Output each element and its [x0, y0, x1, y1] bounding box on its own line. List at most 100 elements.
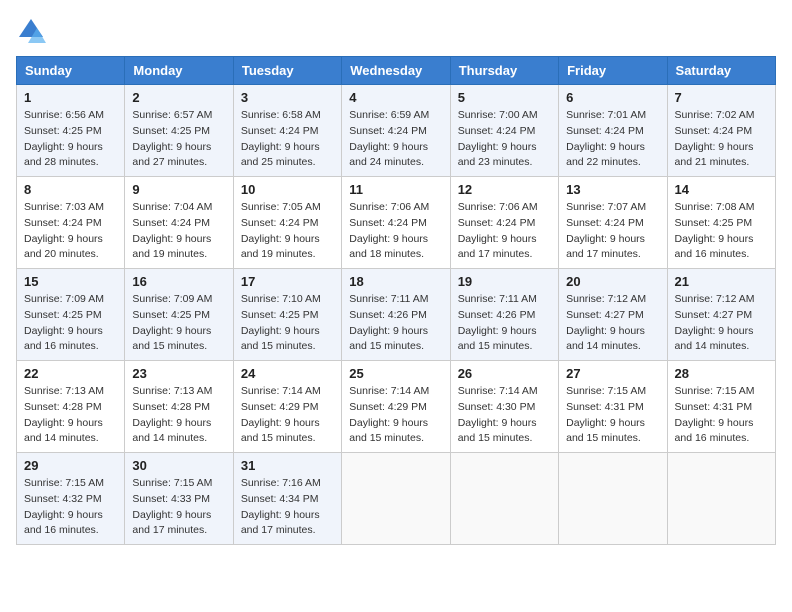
- day-number: 30: [132, 458, 225, 473]
- calendar-day-cell: 11 Sunrise: 7:06 AM Sunset: 4:24 PM Dayl…: [342, 177, 450, 269]
- weekday-header-wednesday: Wednesday: [342, 57, 450, 85]
- logo-icon: [16, 16, 46, 46]
- calendar-day-cell: [342, 453, 450, 545]
- calendar-day-cell: 24 Sunrise: 7:14 AM Sunset: 4:29 PM Dayl…: [233, 361, 341, 453]
- day-info: Sunrise: 7:09 AM Sunset: 4:25 PM Dayligh…: [132, 292, 225, 355]
- day-number: 3: [241, 90, 334, 105]
- day-info: Sunrise: 6:58 AM Sunset: 4:24 PM Dayligh…: [241, 108, 334, 171]
- day-number: 17: [241, 274, 334, 289]
- day-info: Sunrise: 7:12 AM Sunset: 4:27 PM Dayligh…: [675, 292, 768, 355]
- calendar-day-cell: 13 Sunrise: 7:07 AM Sunset: 4:24 PM Dayl…: [559, 177, 667, 269]
- calendar-week-row: 8 Sunrise: 7:03 AM Sunset: 4:24 PM Dayli…: [17, 177, 776, 269]
- day-info: Sunrise: 7:11 AM Sunset: 4:26 PM Dayligh…: [458, 292, 551, 355]
- calendar-week-row: 15 Sunrise: 7:09 AM Sunset: 4:25 PM Dayl…: [17, 269, 776, 361]
- day-number: 5: [458, 90, 551, 105]
- calendar-day-cell: 27 Sunrise: 7:15 AM Sunset: 4:31 PM Dayl…: [559, 361, 667, 453]
- day-info: Sunrise: 7:06 AM Sunset: 4:24 PM Dayligh…: [458, 200, 551, 263]
- calendar-day-cell: 5 Sunrise: 7:00 AM Sunset: 4:24 PM Dayli…: [450, 85, 558, 177]
- day-info: Sunrise: 7:16 AM Sunset: 4:34 PM Dayligh…: [241, 476, 334, 539]
- day-info: Sunrise: 6:59 AM Sunset: 4:24 PM Dayligh…: [349, 108, 442, 171]
- day-info: Sunrise: 7:14 AM Sunset: 4:29 PM Dayligh…: [241, 384, 334, 447]
- day-number: 2: [132, 90, 225, 105]
- day-number: 25: [349, 366, 442, 381]
- calendar-day-cell: 31 Sunrise: 7:16 AM Sunset: 4:34 PM Dayl…: [233, 453, 341, 545]
- calendar-day-cell: [450, 453, 558, 545]
- calendar-day-cell: 22 Sunrise: 7:13 AM Sunset: 4:28 PM Dayl…: [17, 361, 125, 453]
- day-number: 4: [349, 90, 442, 105]
- day-info: Sunrise: 6:57 AM Sunset: 4:25 PM Dayligh…: [132, 108, 225, 171]
- calendar-day-cell: 7 Sunrise: 7:02 AM Sunset: 4:24 PM Dayli…: [667, 85, 775, 177]
- day-number: 7: [675, 90, 768, 105]
- day-number: 19: [458, 274, 551, 289]
- calendar-day-cell: 20 Sunrise: 7:12 AM Sunset: 4:27 PM Dayl…: [559, 269, 667, 361]
- day-number: 24: [241, 366, 334, 381]
- calendar-day-cell: 10 Sunrise: 7:05 AM Sunset: 4:24 PM Dayl…: [233, 177, 341, 269]
- day-number: 15: [24, 274, 117, 289]
- weekday-header-saturday: Saturday: [667, 57, 775, 85]
- weekday-header-tuesday: Tuesday: [233, 57, 341, 85]
- day-number: 27: [566, 366, 659, 381]
- day-number: 29: [24, 458, 117, 473]
- day-number: 26: [458, 366, 551, 381]
- day-info: Sunrise: 7:15 AM Sunset: 4:33 PM Dayligh…: [132, 476, 225, 539]
- calendar-day-cell: 9 Sunrise: 7:04 AM Sunset: 4:24 PM Dayli…: [125, 177, 233, 269]
- calendar-day-cell: 2 Sunrise: 6:57 AM Sunset: 4:25 PM Dayli…: [125, 85, 233, 177]
- day-number: 1: [24, 90, 117, 105]
- day-info: Sunrise: 7:08 AM Sunset: 4:25 PM Dayligh…: [675, 200, 768, 263]
- logo: [16, 16, 50, 46]
- calendar-day-cell: 25 Sunrise: 7:14 AM Sunset: 4:29 PM Dayl…: [342, 361, 450, 453]
- day-number: 8: [24, 182, 117, 197]
- calendar-week-row: 22 Sunrise: 7:13 AM Sunset: 4:28 PM Dayl…: [17, 361, 776, 453]
- calendar-day-cell: 28 Sunrise: 7:15 AM Sunset: 4:31 PM Dayl…: [667, 361, 775, 453]
- calendar-day-cell: 6 Sunrise: 7:01 AM Sunset: 4:24 PM Dayli…: [559, 85, 667, 177]
- day-info: Sunrise: 7:13 AM Sunset: 4:28 PM Dayligh…: [24, 384, 117, 447]
- calendar-day-cell: 21 Sunrise: 7:12 AM Sunset: 4:27 PM Dayl…: [667, 269, 775, 361]
- day-number: 14: [675, 182, 768, 197]
- day-number: 20: [566, 274, 659, 289]
- day-info: Sunrise: 7:12 AM Sunset: 4:27 PM Dayligh…: [566, 292, 659, 355]
- day-info: Sunrise: 6:56 AM Sunset: 4:25 PM Dayligh…: [24, 108, 117, 171]
- calendar-table: SundayMondayTuesdayWednesdayThursdayFrid…: [16, 56, 776, 545]
- day-number: 11: [349, 182, 442, 197]
- weekday-header-friday: Friday: [559, 57, 667, 85]
- day-number: 31: [241, 458, 334, 473]
- calendar-day-cell: 23 Sunrise: 7:13 AM Sunset: 4:28 PM Dayl…: [125, 361, 233, 453]
- day-number: 10: [241, 182, 334, 197]
- weekday-header-thursday: Thursday: [450, 57, 558, 85]
- calendar-day-cell: 12 Sunrise: 7:06 AM Sunset: 4:24 PM Dayl…: [450, 177, 558, 269]
- calendar-day-cell: 1 Sunrise: 6:56 AM Sunset: 4:25 PM Dayli…: [17, 85, 125, 177]
- day-info: Sunrise: 7:00 AM Sunset: 4:24 PM Dayligh…: [458, 108, 551, 171]
- calendar-day-cell: [559, 453, 667, 545]
- day-info: Sunrise: 7:13 AM Sunset: 4:28 PM Dayligh…: [132, 384, 225, 447]
- calendar-week-row: 29 Sunrise: 7:15 AM Sunset: 4:32 PM Dayl…: [17, 453, 776, 545]
- day-info: Sunrise: 7:15 AM Sunset: 4:31 PM Dayligh…: [675, 384, 768, 447]
- day-number: 18: [349, 274, 442, 289]
- calendar-header-row: SundayMondayTuesdayWednesdayThursdayFrid…: [17, 57, 776, 85]
- day-info: Sunrise: 7:09 AM Sunset: 4:25 PM Dayligh…: [24, 292, 117, 355]
- day-info: Sunrise: 7:04 AM Sunset: 4:24 PM Dayligh…: [132, 200, 225, 263]
- day-info: Sunrise: 7:03 AM Sunset: 4:24 PM Dayligh…: [24, 200, 117, 263]
- day-info: Sunrise: 7:15 AM Sunset: 4:32 PM Dayligh…: [24, 476, 117, 539]
- calendar-day-cell: 3 Sunrise: 6:58 AM Sunset: 4:24 PM Dayli…: [233, 85, 341, 177]
- day-number: 21: [675, 274, 768, 289]
- day-info: Sunrise: 7:05 AM Sunset: 4:24 PM Dayligh…: [241, 200, 334, 263]
- day-info: Sunrise: 7:07 AM Sunset: 4:24 PM Dayligh…: [566, 200, 659, 263]
- day-info: Sunrise: 7:10 AM Sunset: 4:25 PM Dayligh…: [241, 292, 334, 355]
- day-info: Sunrise: 7:11 AM Sunset: 4:26 PM Dayligh…: [349, 292, 442, 355]
- calendar-day-cell: 29 Sunrise: 7:15 AM Sunset: 4:32 PM Dayl…: [17, 453, 125, 545]
- calendar-day-cell: 30 Sunrise: 7:15 AM Sunset: 4:33 PM Dayl…: [125, 453, 233, 545]
- calendar-day-cell: 19 Sunrise: 7:11 AM Sunset: 4:26 PM Dayl…: [450, 269, 558, 361]
- day-info: Sunrise: 7:14 AM Sunset: 4:30 PM Dayligh…: [458, 384, 551, 447]
- day-number: 13: [566, 182, 659, 197]
- calendar-day-cell: 16 Sunrise: 7:09 AM Sunset: 4:25 PM Dayl…: [125, 269, 233, 361]
- calendar-day-cell: 4 Sunrise: 6:59 AM Sunset: 4:24 PM Dayli…: [342, 85, 450, 177]
- day-number: 9: [132, 182, 225, 197]
- calendar-day-cell: 26 Sunrise: 7:14 AM Sunset: 4:30 PM Dayl…: [450, 361, 558, 453]
- day-info: Sunrise: 7:01 AM Sunset: 4:24 PM Dayligh…: [566, 108, 659, 171]
- day-info: Sunrise: 7:14 AM Sunset: 4:29 PM Dayligh…: [349, 384, 442, 447]
- calendar-day-cell: 18 Sunrise: 7:11 AM Sunset: 4:26 PM Dayl…: [342, 269, 450, 361]
- calendar-day-cell: 17 Sunrise: 7:10 AM Sunset: 4:25 PM Dayl…: [233, 269, 341, 361]
- day-info: Sunrise: 7:02 AM Sunset: 4:24 PM Dayligh…: [675, 108, 768, 171]
- day-number: 6: [566, 90, 659, 105]
- day-number: 28: [675, 366, 768, 381]
